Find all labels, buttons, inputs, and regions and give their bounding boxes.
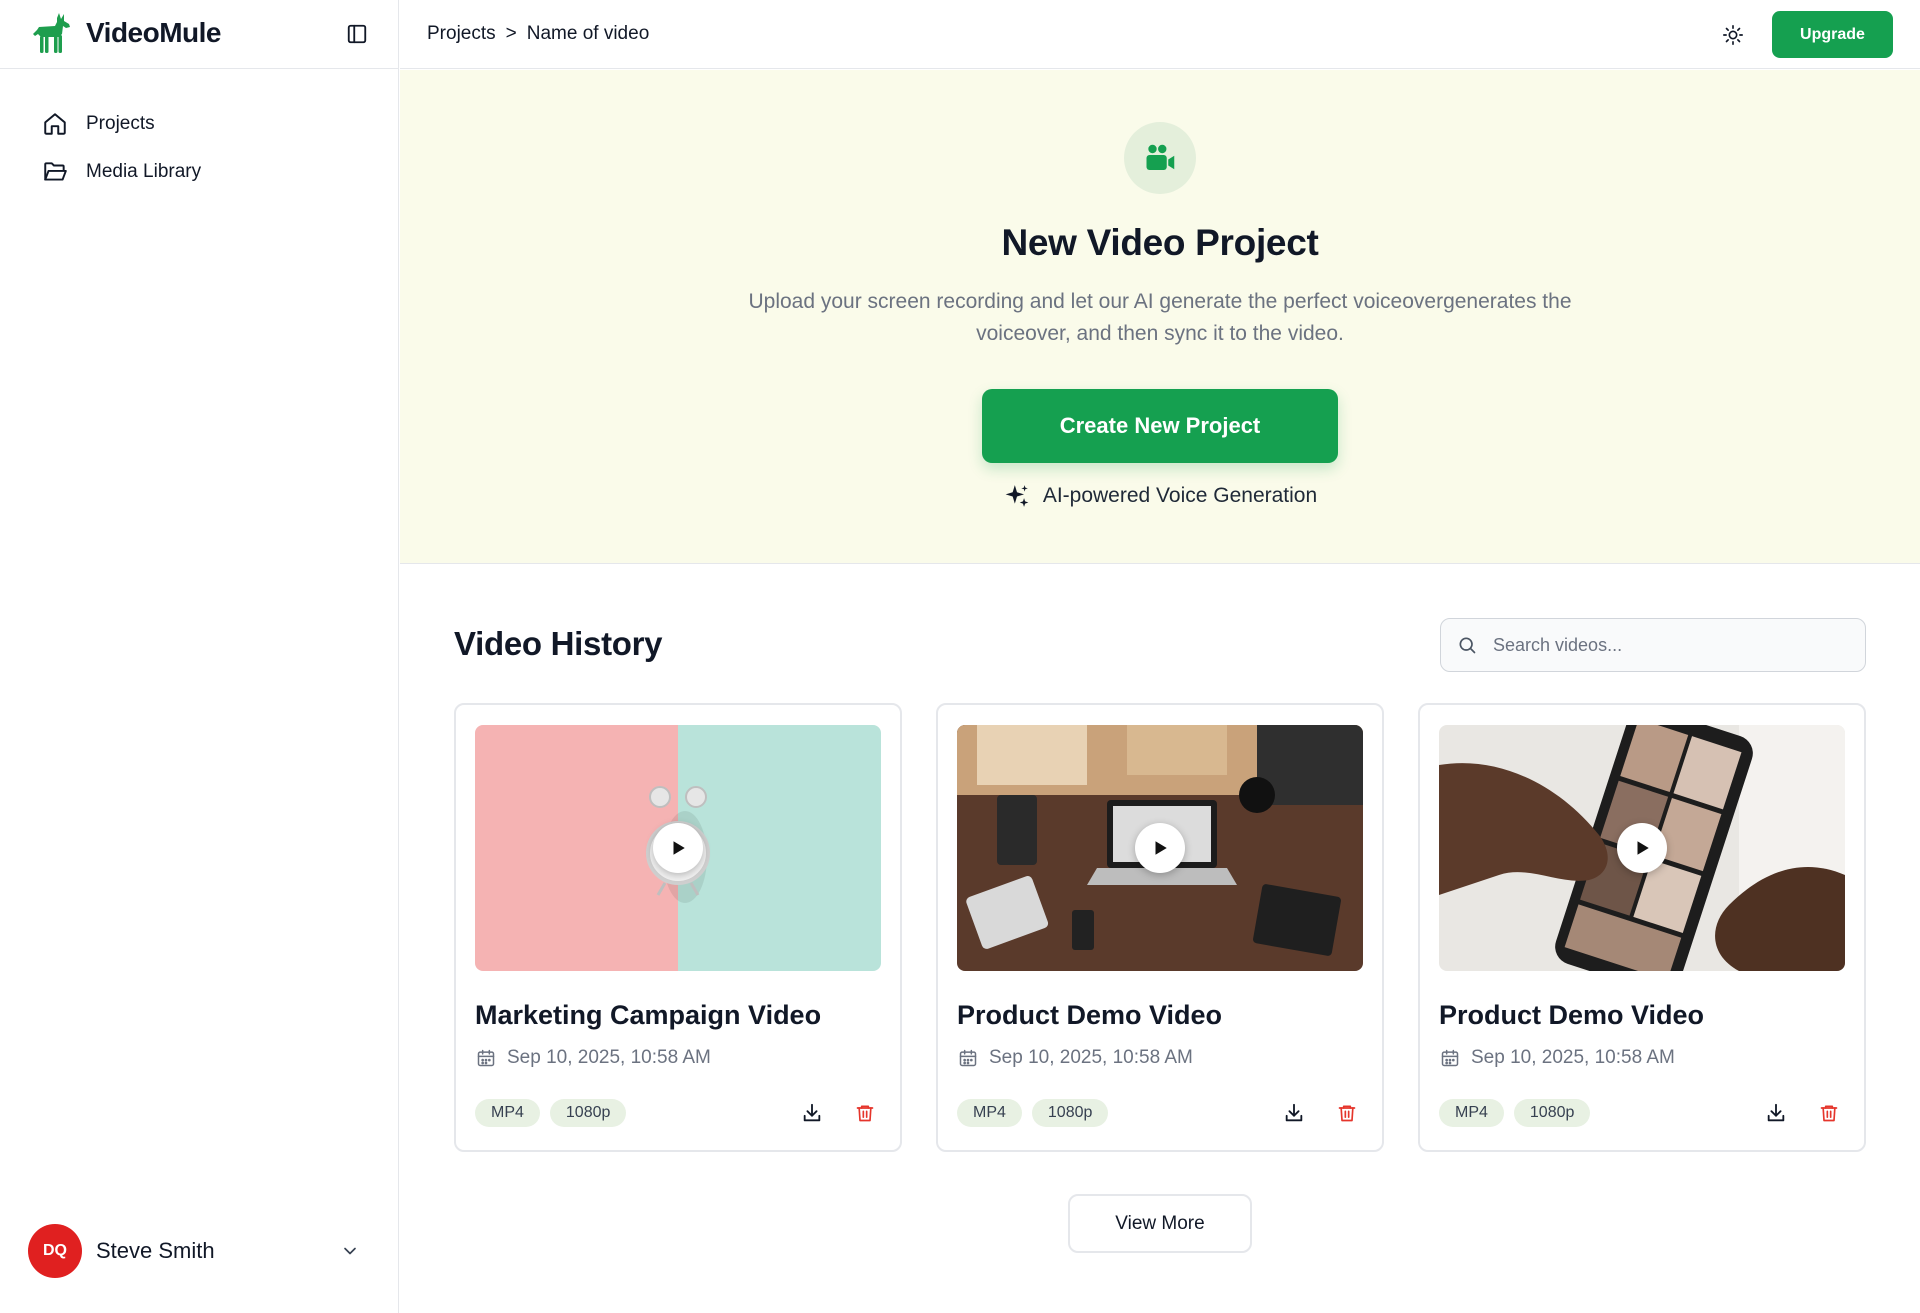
video-date: Sep 10, 2025, 10:58 AM <box>957 1047 1193 1069</box>
calendar-icon <box>1439 1047 1461 1069</box>
hero-description: Upload your screen recording and let our… <box>748 290 1572 345</box>
delete-button[interactable] <box>1815 1099 1843 1127</box>
ai-feature-note: AI-powered Voice Generation <box>400 482 1920 510</box>
delete-button[interactable] <box>1333 1099 1361 1127</box>
video-card: Product Demo Video Sep 10, 2025, 10:58 A… <box>1418 703 1866 1152</box>
play-button[interactable] <box>653 823 703 873</box>
play-icon <box>673 841 685 855</box>
top-bar: Projects > Name of video Upgrade <box>400 0 1920 69</box>
video-history-title: Video History <box>454 625 663 662</box>
donkey-logo-icon <box>33 13 70 53</box>
video-badges: MP4 1080p <box>957 1099 1109 1127</box>
video-title: Product Demo Video <box>957 1000 1223 1030</box>
calendar-icon <box>957 1047 979 1069</box>
download-button[interactable] <box>798 1099 826 1127</box>
trash-icon <box>1338 1105 1356 1122</box>
format-badge: MP4 <box>1439 1099 1504 1127</box>
play-button[interactable] <box>1135 823 1185 873</box>
download-icon <box>1285 1103 1303 1122</box>
trash-icon <box>1820 1105 1838 1122</box>
video-thumbnail-phone-hands[interactable] <box>1439 725 1845 971</box>
sparkles-icon <box>1003 482 1031 510</box>
sidebar-nav: Projects Media Library <box>28 100 368 196</box>
resolution-badge: 1080p <box>1513 1099 1591 1127</box>
delete-button[interactable] <box>851 1099 879 1127</box>
view-more-button[interactable]: View More <box>1068 1194 1252 1253</box>
breadcrumb: Projects > Name of video <box>427 23 649 45</box>
video-date-text: Sep 10, 2025, 10:58 AM <box>1471 1047 1675 1068</box>
format-badge: MP4 <box>957 1099 1022 1127</box>
video-card: Marketing Campaign Video Sep 10, 2025, 1… <box>454 703 902 1152</box>
create-new-project-button[interactable]: Create New Project <box>982 389 1338 463</box>
video-thumbnail-alarm-clock[interactable] <box>475 725 881 971</box>
sidebar-toggle-button[interactable] <box>343 20 371 48</box>
chevron-down-icon <box>338 1239 362 1263</box>
sidebar-item-projects[interactable]: Projects <box>28 100 368 148</box>
ai-note-text: AI-powered Voice Generation <box>1042 484 1318 507</box>
download-icon <box>803 1103 821 1122</box>
theme-toggle-button[interactable] <box>1718 20 1748 50</box>
video-badges: MP4 1080p <box>475 1099 627 1127</box>
sidebar-item-label: Projects <box>86 113 155 134</box>
user-name: Steve Smith <box>96 1238 215 1263</box>
brand-name: VideoMule <box>86 17 222 48</box>
play-icon <box>1155 841 1167 855</box>
upgrade-button[interactable]: Upgrade <box>1772 11 1893 58</box>
hero-title: New Video Project <box>1001 222 1319 263</box>
breadcrumb-current: Name of video <box>526 23 650 44</box>
video-date: Sep 10, 2025, 10:58 AM <box>475 1047 711 1069</box>
avatar: DQ <box>28 1224 82 1278</box>
play-button[interactable] <box>1617 823 1667 873</box>
home-icon <box>42 111 68 137</box>
download-icon <box>1767 1103 1785 1122</box>
video-date: Sep 10, 2025, 10:58 AM <box>1439 1047 1675 1069</box>
new-project-hero: New Video Project Upload your screen rec… <box>400 70 1920 564</box>
sidebar-item-label: Media Library <box>86 161 202 182</box>
video-thumbnail-desk[interactable] <box>957 725 1363 971</box>
folder-open-icon <box>42 159 68 185</box>
user-menu[interactable]: DQ Steve Smith <box>28 1223 368 1279</box>
download-button[interactable] <box>1280 1099 1308 1127</box>
search-input[interactable] <box>1493 634 1853 656</box>
resolution-badge: 1080p <box>1031 1099 1109 1127</box>
calendar-icon <box>475 1047 497 1069</box>
format-badge: MP4 <box>475 1099 540 1127</box>
sidebar: VideoMule Projects Media Library DQ Stev… <box>0 0 399 1313</box>
download-button[interactable] <box>1762 1099 1790 1127</box>
search-icon <box>1455 633 1479 657</box>
breadcrumb-projects[interactable]: Projects <box>427 23 496 45</box>
play-icon <box>1637 841 1649 855</box>
sun-icon <box>1723 25 1743 45</box>
sidebar-panel-icon <box>347 24 367 44</box>
search-box <box>1440 618 1866 672</box>
breadcrumb-separator: > <box>505 23 517 44</box>
video-title: Marketing Campaign Video <box>475 1000 822 1030</box>
video-card: Product Demo Video Sep 10, 2025, 10:58 A… <box>936 703 1384 1152</box>
brand-header: VideoMule <box>0 0 399 69</box>
resolution-badge: 1080p <box>549 1099 627 1127</box>
video-date-text: Sep 10, 2025, 10:58 AM <box>507 1047 711 1068</box>
video-title: Product Demo Video <box>1439 1000 1705 1030</box>
video-camera-icon <box>1124 122 1196 194</box>
sidebar-item-media-library[interactable]: Media Library <box>28 148 368 196</box>
video-date-text: Sep 10, 2025, 10:58 AM <box>989 1047 1193 1068</box>
video-badges: MP4 1080p <box>1439 1099 1591 1127</box>
trash-icon <box>856 1105 874 1122</box>
